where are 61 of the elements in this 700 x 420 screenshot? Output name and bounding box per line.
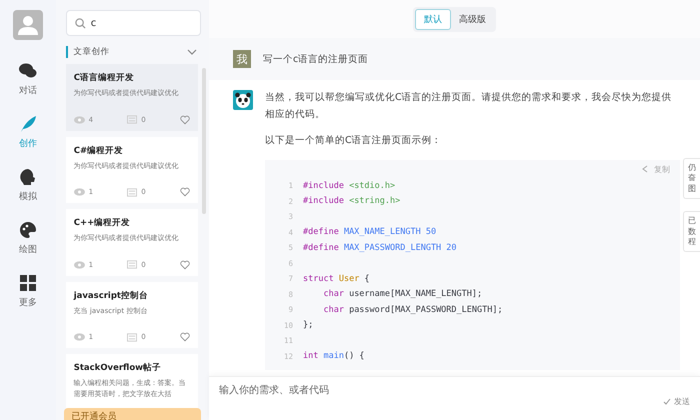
eye-icon bbox=[74, 260, 85, 268]
heart-icon[interactable] bbox=[180, 332, 190, 342]
caret-icon bbox=[642, 165, 648, 174]
user-avatar[interactable] bbox=[12, 10, 43, 40]
search-field[interactable]: c bbox=[66, 10, 201, 36]
comment-icon bbox=[127, 260, 138, 269]
nav-item[interactable]: 更多 bbox=[18, 274, 37, 309]
eye-icon bbox=[74, 333, 85, 341]
side-card[interactable]: 已 数 程 bbox=[683, 211, 700, 252]
comment-icon bbox=[127, 115, 138, 124]
card-title: C++编程开发 bbox=[74, 217, 132, 229]
code-line: #define MAX_PASSWORD_LENGTH 20 bbox=[303, 242, 457, 253]
nav-item[interactable]: 对话 bbox=[18, 62, 37, 97]
code-line: #define MAX_NAME_LENGTH 50 bbox=[303, 227, 436, 238]
nav-item[interactable]: 模拟 bbox=[18, 168, 37, 203]
heart-icon[interactable] bbox=[180, 114, 190, 124]
code-line: #include <stdio.h> bbox=[303, 180, 396, 191]
heart-icon[interactable] bbox=[180, 260, 190, 270]
side-card-text: 图 bbox=[688, 184, 697, 194]
reply-paragraph: 当然，我可以帮您编写或优化C语言的注册页面。请提供您的需求和要求，我会尽快为您提供相应的代码。 bbox=[265, 91, 673, 122]
feather-icon bbox=[18, 115, 37, 133]
head-profile-icon bbox=[18, 168, 37, 186]
nav-item[interactable]: 绘图 bbox=[18, 221, 37, 256]
code-line: #include <string.h> bbox=[303, 196, 400, 206]
panda-avatar-icon bbox=[233, 90, 253, 110]
reply-paragraph: 以下是一个简单的C语言注册页面示例： bbox=[265, 134, 443, 148]
side-card[interactable]: 仍 奋 图 bbox=[683, 158, 700, 200]
member-label: 已开通会员 bbox=[72, 412, 117, 420]
eye-icon bbox=[74, 188, 85, 196]
eye-icon bbox=[74, 116, 85, 124]
side-card-text: 仍 bbox=[688, 163, 697, 174]
code-line: int main() { bbox=[303, 351, 364, 362]
comment-icon bbox=[127, 188, 138, 196]
chevron-icon bbox=[187, 47, 197, 57]
palette-icon bbox=[18, 221, 37, 239]
mode-tab[interactable]: 默认 bbox=[415, 8, 451, 30]
card-title: StackOverflow帖子 bbox=[74, 362, 162, 374]
code-line: char username[MAX_NAME_LENGTH]; bbox=[322, 289, 482, 300]
user-message: 写一个c语言的注册页面 bbox=[263, 52, 368, 66]
section-header[interactable]: 文章创作 bbox=[66, 46, 197, 58]
code-line: struct User { bbox=[303, 274, 370, 284]
side-card-text: 奋 bbox=[688, 173, 697, 184]
side-card-text: 程 bbox=[688, 236, 697, 248]
comment-icon bbox=[127, 332, 138, 342]
heart-icon[interactable] bbox=[180, 187, 190, 197]
mode-tab[interactable]: 高级版 bbox=[451, 8, 494, 30]
user-avatar: 我 bbox=[233, 50, 251, 68]
check-icon bbox=[663, 398, 671, 406]
grid-icon bbox=[18, 274, 37, 292]
side-card-text: 数 bbox=[688, 226, 697, 237]
chat-bubbles-icon bbox=[18, 62, 37, 80]
user-silhouette-icon bbox=[16, 14, 39, 36]
member-bar[interactable]: 已开通会员 bbox=[64, 408, 201, 420]
card-title: C语言编程开发 bbox=[74, 72, 135, 84]
send-button[interactable]: 发送 bbox=[663, 396, 690, 407]
side-card-text: 已 bbox=[688, 216, 697, 227]
code-line: char password[MAX_PASSWORD_LENGTH]; bbox=[322, 304, 503, 315]
card-title: javascript控制台 bbox=[74, 290, 149, 302]
card-title: C#编程开发 bbox=[74, 144, 124, 156]
search-icon bbox=[74, 18, 86, 28]
code-line: }; bbox=[303, 320, 314, 330]
